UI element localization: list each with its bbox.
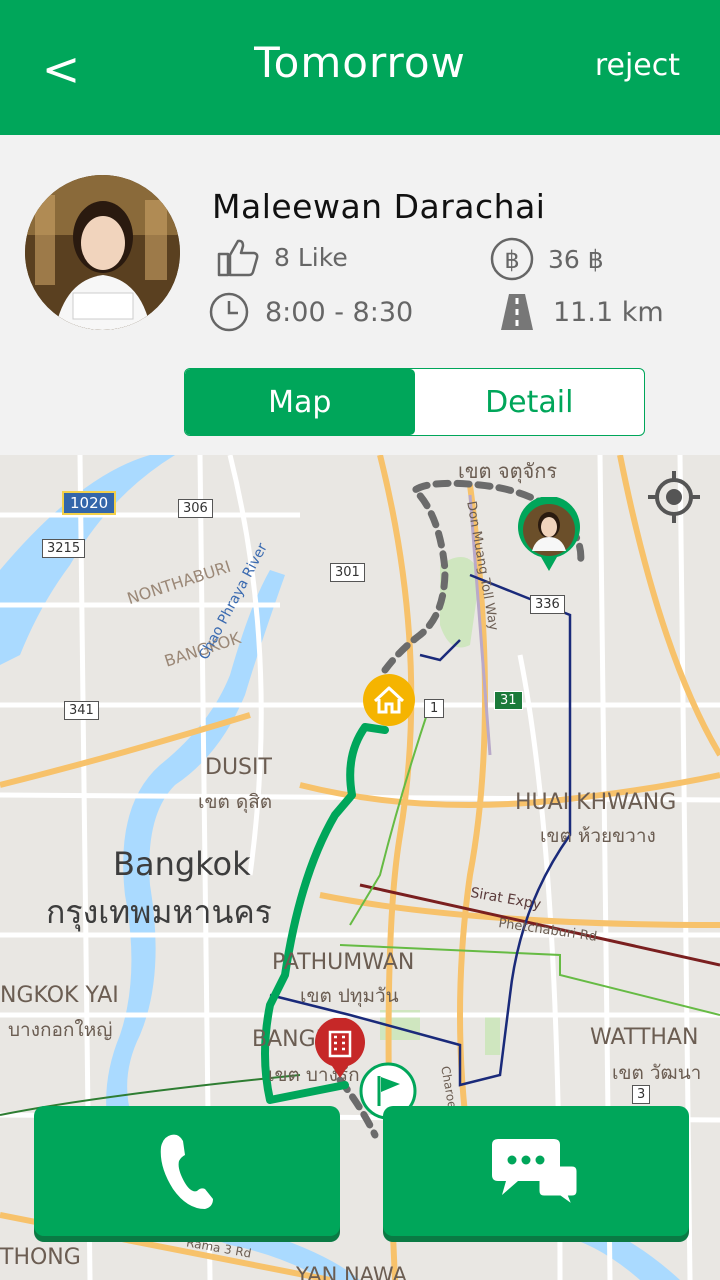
- call-button[interactable]: [34, 1106, 340, 1236]
- thumbs-up-icon: [216, 235, 260, 279]
- driver-profile-card: Maleewan Darachai 8 Like ฿ 36 ฿ 8:00 - 8…: [0, 135, 720, 455]
- map-label: Bangkok: [113, 845, 251, 883]
- reject-button[interactable]: reject: [595, 48, 680, 83]
- route-shield: 31: [494, 691, 523, 710]
- distance-stat: 11.1 km: [495, 290, 664, 334]
- price-stat: ฿ 36 ฿: [490, 237, 604, 281]
- route-shield: 1020: [62, 491, 117, 515]
- chat-bubbles-icon: [492, 1139, 580, 1211]
- route-shield: 306: [178, 499, 213, 518]
- map-label: เขต ดุสิต: [198, 791, 273, 813]
- home-pin[interactable]: [361, 672, 417, 728]
- baht-icon: ฿: [490, 237, 534, 281]
- map-label: เขต จตุจักร: [458, 459, 558, 483]
- driver-location-pin[interactable]: [516, 496, 582, 573]
- my-location-button[interactable]: [646, 469, 702, 525]
- likes-count: 8 Like: [274, 242, 348, 272]
- likes-stat: 8 Like: [216, 235, 348, 279]
- price-value: 36 ฿: [548, 244, 604, 274]
- time-range: 8:00 - 8:30: [265, 296, 414, 328]
- view-tabs: Map Detail: [184, 368, 645, 436]
- map-label: HUAI KHWANG: [515, 790, 677, 815]
- chat-button[interactable]: [383, 1106, 689, 1236]
- map-label: กรุงเทพมหานคร: [46, 893, 272, 931]
- route-shield: 341: [64, 701, 99, 720]
- route-shield: 1: [424, 699, 445, 718]
- route-shield: 301: [330, 563, 365, 582]
- route-shield: 336: [530, 595, 565, 614]
- distance-value: 11.1 km: [553, 296, 664, 328]
- map-label: WATTHAN: [590, 1025, 699, 1050]
- road-icon: [495, 290, 539, 334]
- map-label: เขต วัฒนา: [612, 1062, 702, 1084]
- map-label: DUSIT: [205, 755, 272, 780]
- clock-icon: [207, 290, 251, 334]
- map-label: PATHUMWAN: [272, 950, 415, 975]
- map-label: NGKOK YAI: [0, 983, 119, 1008]
- phone-icon: [160, 1134, 213, 1209]
- tab-detail[interactable]: Detail: [415, 369, 645, 435]
- avatar: [25, 175, 180, 330]
- svg-text:฿: ฿: [504, 246, 519, 274]
- map-label: THONG: [0, 1245, 81, 1270]
- tab-map[interactable]: Map: [185, 369, 415, 435]
- map-label: เขต ห้วยขวาง: [540, 825, 656, 847]
- time-stat: 8:00 - 8:30: [207, 290, 413, 334]
- map-label: เขต ปทุมวัน: [300, 985, 399, 1007]
- crosshair-icon: [648, 471, 700, 523]
- map-label: YAN NAWA: [296, 1263, 407, 1280]
- route-shield: 3215: [42, 539, 86, 558]
- map-label: บางกอกใหญ่: [8, 1019, 113, 1041]
- top-bar: < Tomorrow reject: [0, 0, 720, 135]
- home-icon: [363, 674, 415, 726]
- driver-name: Maleewan Darachai: [212, 187, 546, 226]
